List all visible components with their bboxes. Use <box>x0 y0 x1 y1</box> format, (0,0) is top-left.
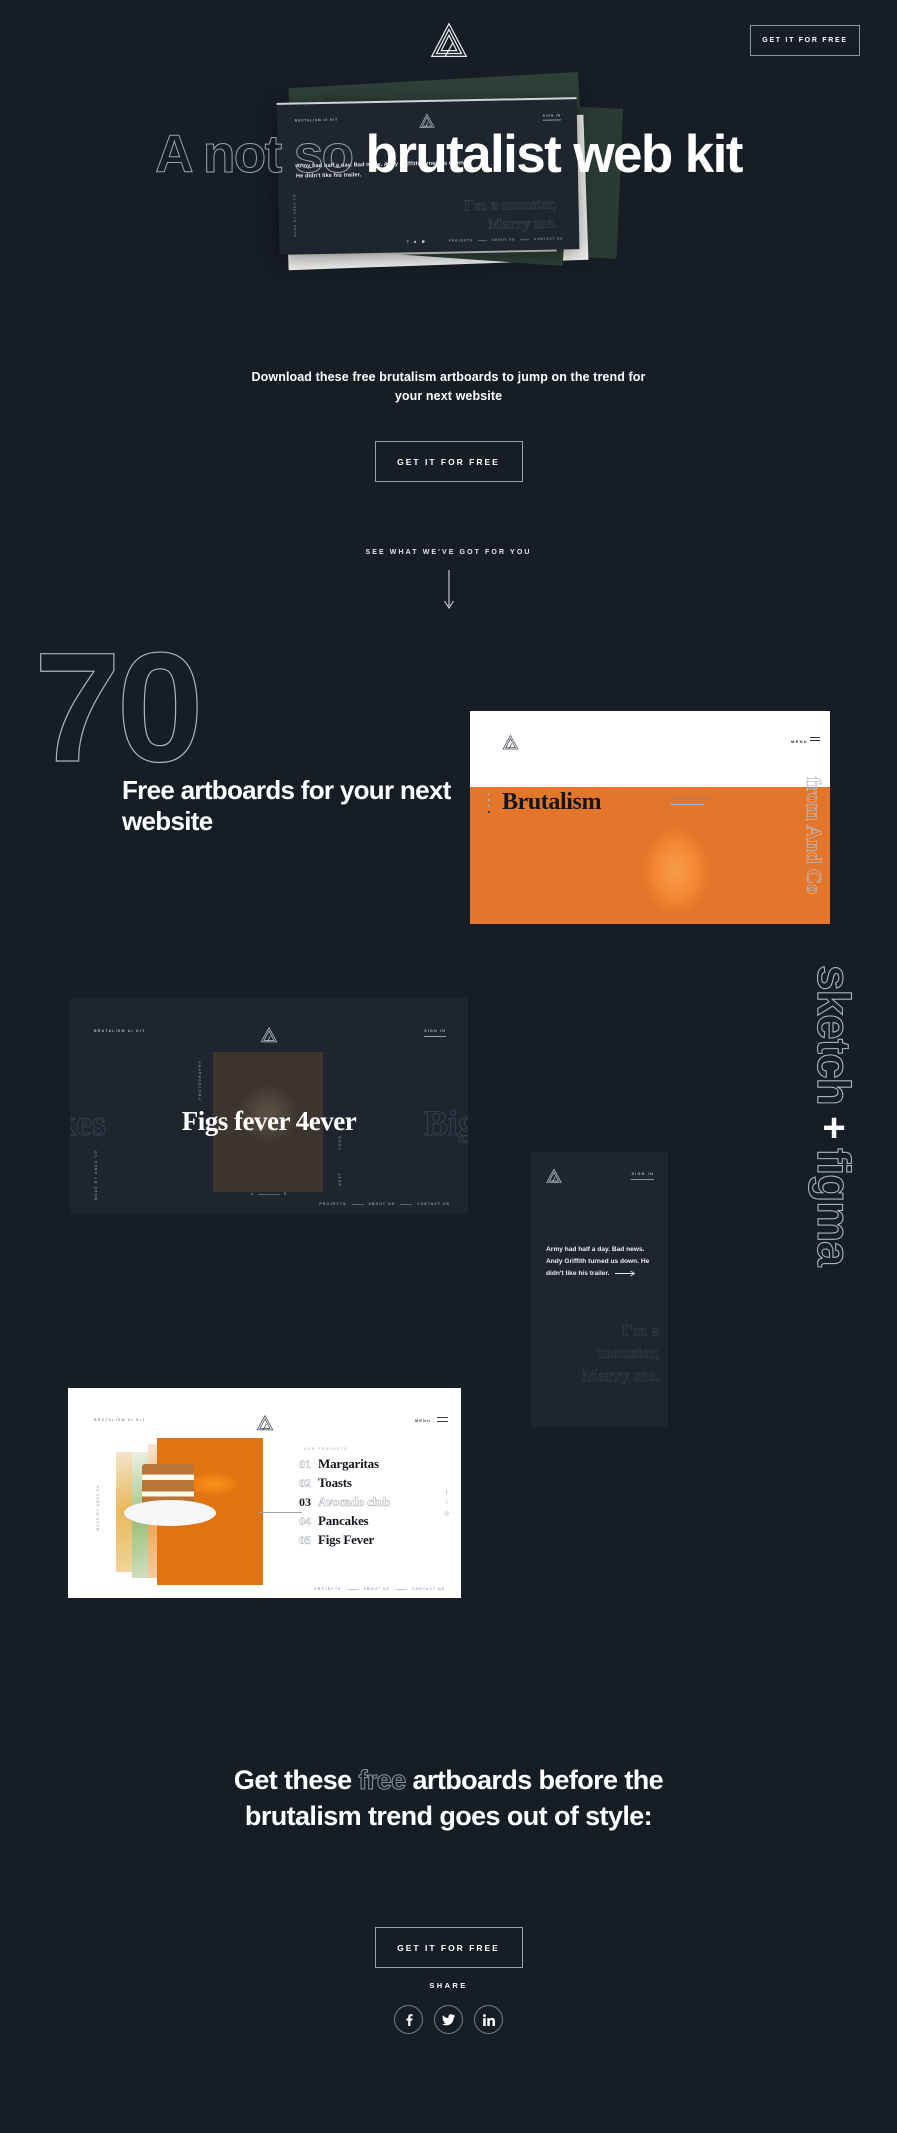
list-item[interactable]: 02 Toasts <box>299 1475 390 1494</box>
card-figs-nav-projects[interactable]: PROJECTS <box>319 1202 346 1206</box>
tools-vertical-block: sketch + figma <box>789 964 879 1465</box>
card-brutalism-access-rule <box>670 804 705 805</box>
card-figs-pager: 15 <box>70 1192 468 1196</box>
right-arrow-icon <box>615 1270 637 1277</box>
card-brutalism-topbar: MENU <box>470 711 830 787</box>
card-figs-title: Figs fever 4ever <box>181 1106 357 1136</box>
hamburger-menu-icon[interactable] <box>810 737 820 743</box>
card-figs-preview[interactable]: BRUTALISM UI KIT SIGN IN kes Big Figs fe… <box>70 998 468 1214</box>
facebook-icon[interactable]: f <box>444 1488 449 1498</box>
card-figs-nav: PROJECTS ABOUT US CONTACT US <box>319 1202 450 1206</box>
facebook-icon[interactable]: f <box>407 239 409 245</box>
bottom-cta-label: GET IT FOR FREE <box>397 1942 500 1953</box>
hero-cta-label: GET IT FOR FREE <box>397 456 500 467</box>
card-figs-label-photography: PHOTOGRAPHY <box>198 1060 202 1100</box>
landing-page: GET IT FOR FREE BRUTALISM UI KIT SIGN IN… <box>0 0 897 2133</box>
hero-title: A not so brutalist web kit <box>0 125 897 184</box>
list-item[interactable]: 01 Margaritas <box>299 1456 390 1475</box>
list-item[interactable]: 04 Pancakes <box>299 1513 390 1532</box>
photo-plate <box>124 1500 216 1526</box>
bottom-cta-line1-a: Get these <box>233 1765 359 1795</box>
card-figs-label-next: NEXT <box>338 1172 342 1186</box>
instagram-icon[interactable]: ■ <box>422 239 425 245</box>
hero-mockup-nav-contact[interactable]: CONTACT US <box>534 236 563 241</box>
instagram-icon[interactable]: ◎ <box>444 1509 449 1519</box>
linkedin-icon[interactable] <box>474 2005 503 2034</box>
card-menu-nav-contact[interactable]: CONTACT US <box>412 1587 445 1591</box>
hero-mockup-ghost-text: I'm a monster, Marry me. <box>464 196 558 234</box>
card-menu-social-column: f ○ ◎ <box>444 1488 449 1519</box>
hero-mockup-nav: PROJECTS ABOUT US CONTACT US <box>449 236 563 242</box>
card-figs-pager-to: 5 <box>284 1192 287 1196</box>
card-menu-nav-projects[interactable]: PROJECTS <box>314 1587 341 1591</box>
twitter-icon[interactable]: ○ <box>444 1498 449 1508</box>
share-buttons-row <box>0 2005 897 2034</box>
card-menu-brand: BRUTALISM UI KIT <box>94 1418 146 1422</box>
bottom-cta-line2: brutalism trend goes out of style: <box>244 1801 653 1832</box>
hero-mockup-social-row: f ● ■ <box>407 239 425 245</box>
card-figs-brand: BRUTALISM UI KIT <box>94 1029 146 1033</box>
hero-subtitle: Download these free brutalism artboards … <box>251 370 646 404</box>
hero-mockup-nav-about[interactable]: ABOUT US <box>492 237 515 241</box>
card-brutalism-menu-label[interactable]: MENU <box>791 739 808 744</box>
list-item[interactable]: 03 Avocado club <box>299 1494 391 1513</box>
card-figs-signin[interactable]: SIGN IN <box>424 1029 446 1037</box>
card-brutalism-dots <box>488 793 490 817</box>
hero-mockup-nav-projects[interactable]: PROJECTS <box>449 238 473 242</box>
artboards-headline: Free artboards for your next website <box>122 775 451 837</box>
card-brutalism-preview[interactable]: MENU Brutalism ACCESS NOW from And Co <box>470 711 830 924</box>
card-menu-menu-label[interactable]: MENU <box>415 1419 431 1423</box>
bottom-cta-headline: Get these free artboards before the brut… <box>89 1762 809 1834</box>
card-menu-project-list: 01 Margaritas 02 Toasts 03 Avocado club … <box>299 1456 391 1551</box>
twitter-icon[interactable] <box>434 2005 463 2034</box>
card-menu-connector-line <box>258 1512 302 1513</box>
tool-figma-label: figma <box>807 1147 860 1266</box>
card-menu-nav-about[interactable]: ABOUT US <box>364 1587 391 1591</box>
hero-section: BRUTALISM UI KIT SIGN IN Army had half a… <box>0 0 897 640</box>
hero-get-it-free-button[interactable]: GET IT FOR FREE <box>374 441 523 482</box>
card-brutalism-side-text: from And Co <box>802 777 827 895</box>
card-menu-nav: PROJECTS ABOUT US CONTACT US <box>314 1587 445 1591</box>
hero-mockup-side-label: MADE BY ANDS CO <box>292 193 298 237</box>
card-mobile-paragraph: Army had half a day. Bad news. Andy Grif… <box>546 1246 650 1278</box>
card-brutalism-title: Brutalism <box>502 789 602 815</box>
card-figs-nav-about[interactable]: ABOUT US <box>369 1202 396 1206</box>
card-projects-preview[interactable]: BRUTALISM UI KIT MENU OUR PROJECTS 01 Ma… <box>68 1388 461 1598</box>
bottom-get-it-free-button[interactable]: GET IT FOR FREE <box>374 1927 523 1968</box>
hamburger-menu-icon[interactable] <box>437 1417 448 1424</box>
card-brutalism-access-label[interactable]: ACCESS NOW <box>673 797 711 801</box>
card-mobile-preview[interactable]: SIGN IN Army had half a day. Bad news. A… <box>530 1152 668 1427</box>
card-menu-side-label: MADE BY ANDS CO <box>96 1484 100 1531</box>
bottom-cta-ghost-word: free <box>358 1765 407 1796</box>
hero-mockup-signin[interactable]: SIGN IN <box>543 113 561 117</box>
tool-sketch-label: sketch <box>807 964 860 1105</box>
bottom-cta-line1-b: artboards before the <box>405 1765 664 1795</box>
card-figs-label-food: FOOD <box>338 1135 342 1150</box>
card-figs-nav-contact[interactable]: CONTACT US <box>417 1202 450 1206</box>
hero-title-outline: A not so <box>155 125 355 184</box>
facebook-icon[interactable] <box>394 2005 423 2034</box>
plus-icon: + <box>822 1105 846 1150</box>
artboards-count: 70 <box>33 621 204 795</box>
share-label: SHARE <box>429 1981 468 1990</box>
card-mobile-signin[interactable]: SIGN IN <box>631 1172 654 1180</box>
card-figs-pager-from: 1 <box>251 1192 254 1196</box>
hero-mockup-brand: BRUTALISM UI KIT <box>294 117 338 123</box>
twitter-icon[interactable]: ● <box>414 239 417 245</box>
hero-title-solid: brutalist web kit <box>365 125 744 184</box>
card-mobile-ghost-text: I'm a monster, Marry me. <box>581 1321 660 1385</box>
card-menu-projects-label: OUR PROJECTS <box>304 1447 348 1451</box>
list-item[interactable]: 05 Figs Fever <box>299 1532 390 1551</box>
scroll-hint-text: SEE WHAT WE'VE GOT FOR YOU <box>365 549 532 556</box>
